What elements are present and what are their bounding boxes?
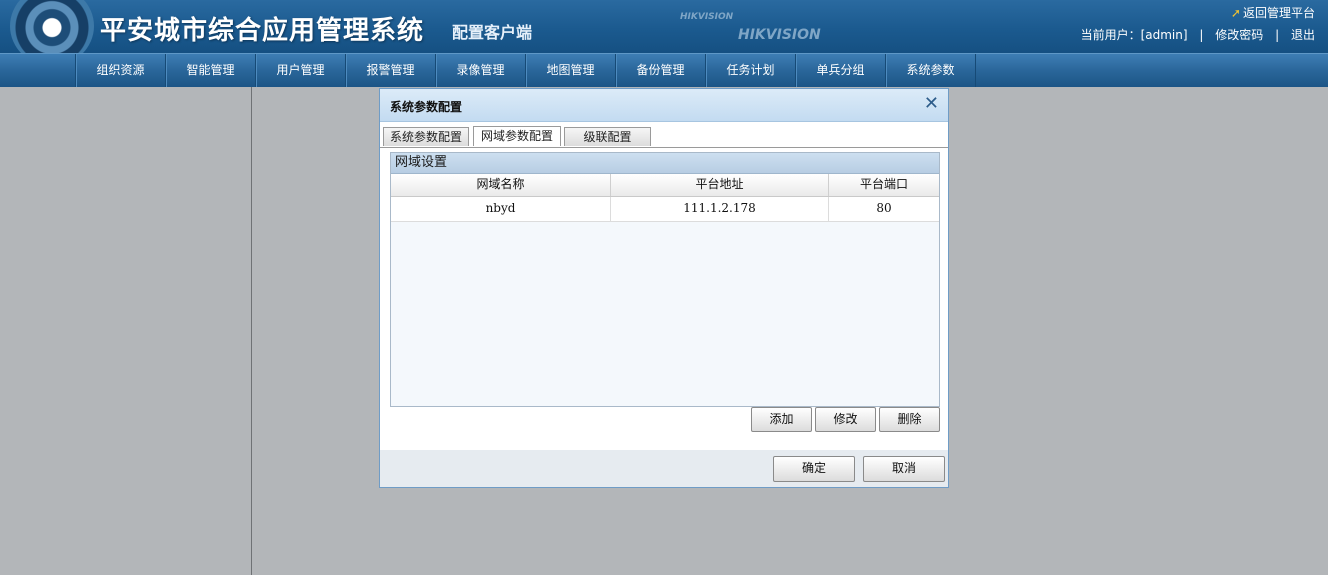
lightning-icon: ➚ (1230, 6, 1241, 20)
menu-item-recording-management[interactable]: 录像管理 (436, 54, 526, 87)
edit-button[interactable]: 修改 (815, 407, 876, 432)
separator: | (1275, 28, 1280, 42)
tab-domain-params[interactable]: 网域参数配置 (473, 126, 561, 146)
app-title: 平安城市综合应用管理系统 (100, 16, 425, 46)
domain-settings-group: 网域设置 网域名称 平台地址 平台端口 nbyd 111.1.2.178 80 (390, 152, 940, 407)
tabs-divider (380, 147, 948, 148)
menu-item-org-resources[interactable]: 组织资源 (76, 54, 166, 87)
dialog-title: 系统参数配置 (390, 100, 463, 114)
menu-item-system-params[interactable]: 系统参数 (886, 54, 976, 87)
delete-button[interactable]: 删除 (879, 407, 940, 432)
cell-platform-address: 111.1.2.178 (611, 197, 829, 221)
left-tree-pane (3, 87, 252, 575)
menu-item-task-schedule[interactable]: 任务计划 (706, 54, 796, 87)
menu-item-alarm-management[interactable]: 报警管理 (346, 54, 436, 87)
back-to-platform-label: 返回管理平台 (1242, 6, 1315, 20)
tab-system-params[interactable]: 系统参数配置 (383, 127, 469, 146)
menu-item-backup-management[interactable]: 备份管理 (616, 54, 706, 87)
cell-domain-name: nbyd (391, 197, 611, 221)
main-menu: 组织资源 智能管理 用户管理 报警管理 录像管理 地图管理 备份管理 任务计划 … (75, 54, 976, 87)
table-row[interactable]: nbyd 111.1.2.178 80 (391, 197, 939, 222)
close-icon[interactable]: ✕ (924, 94, 939, 114)
cancel-button[interactable]: 取消 (863, 456, 945, 482)
add-button[interactable]: 添加 (751, 407, 812, 432)
current-user-label: 当前用户：[admin] (1080, 28, 1188, 42)
main-menu-bar: 组织资源 智能管理 用户管理 报警管理 录像管理 地图管理 备份管理 任务计划 … (0, 53, 1328, 87)
logout-link[interactable]: 退出 (1291, 28, 1315, 42)
dialog-title-bar: 系统参数配置 ✕ (380, 89, 948, 122)
tab-cascade-config[interactable]: 级联配置 (564, 127, 651, 146)
logo-eye-icon (10, 0, 94, 53)
brand-watermark-small: HIKVISION (680, 12, 734, 22)
column-header-platform-address[interactable]: 平台地址 (611, 174, 829, 196)
app-header: 平安城市综合应用管理系统 配置客户端 HIKVISION HIKVISION ➚… (0, 0, 1328, 53)
column-header-platform-port[interactable]: 平台端口 (829, 174, 939, 196)
group-title: 网域设置 (391, 153, 939, 174)
back-to-platform-link[interactable]: ➚ 返回管理平台 (1231, 4, 1315, 21)
system-params-dialog: 系统参数配置 ✕ 系统参数配置 网域参数配置 级联配置 网域设置 网域名称 平台… (379, 88, 949, 488)
menu-item-map-management[interactable]: 地图管理 (526, 54, 616, 87)
cell-platform-port: 80 (876, 201, 892, 215)
menu-item-soldier-group[interactable]: 单兵分组 (796, 54, 886, 87)
brand-watermark-large: HIKVISION (738, 27, 821, 43)
column-header-domain-name[interactable]: 网域名称 (391, 174, 611, 196)
change-password-link[interactable]: 修改密码 (1215, 28, 1263, 42)
user-bar: 当前用户：[admin] | 修改密码 | 退出 (1081, 26, 1315, 43)
app-subtitle: 配置客户端 (452, 23, 533, 42)
dialog-footer: 确定 取消 (380, 450, 948, 487)
ok-button[interactable]: 确定 (773, 456, 855, 482)
table-header: 网域名称 平台地址 平台端口 (391, 174, 939, 197)
menu-item-user-management[interactable]: 用户管理 (256, 54, 346, 87)
separator: | (1199, 28, 1204, 42)
menu-item-smart-management[interactable]: 智能管理 (166, 54, 256, 87)
